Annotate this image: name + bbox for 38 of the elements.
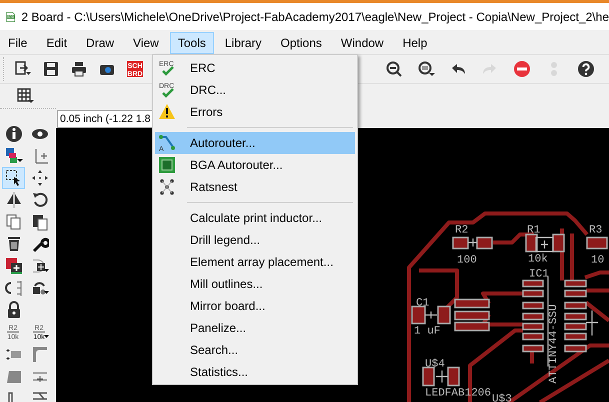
part-value: 10k (528, 254, 548, 266)
coordinate-field[interactable]: 0.05 inch (-1.22 1.8 (57, 110, 153, 128)
part-value: 10 (591, 254, 604, 266)
menu-item[interactable]: Calculate print inductor... (155, 207, 355, 229)
menu-item[interactable]: Search... (155, 339, 355, 361)
menu-item[interactable]: Statistics... (155, 361, 355, 383)
part-name: R3 (589, 224, 602, 236)
window-title: 2 Board - C:\Users\Michele\OneDrive\Project-FabAcademy2017\eagle\New_Project - Copia\New_Project_2\he (21, 10, 609, 24)
menu-item[interactable]: Library (216, 32, 270, 54)
ratsnest-icon (158, 178, 176, 196)
menu-item[interactable]: Draw (78, 32, 122, 54)
menu-item[interactable]: Mirror board... (155, 295, 355, 317)
menu-item[interactable]: Help (394, 32, 436, 54)
part-value: 100 (457, 254, 477, 266)
select-tool-icon[interactable] (2, 167, 25, 189)
menu-item[interactable]: Options (272, 32, 330, 54)
menu-item[interactable]: Window (332, 32, 392, 54)
menu-item[interactable]: Edit (38, 32, 76, 54)
part-name: R2 (455, 224, 468, 236)
part-value: ATTINY44-SSU (548, 304, 560, 384)
part-name: U$4 (425, 358, 445, 370)
menu-item[interactable]: View (125, 32, 167, 54)
warning-icon (158, 103, 176, 121)
menu-item[interactable]: Ratsnest (155, 176, 355, 198)
menu-item[interactable]: File (0, 32, 36, 54)
menu-item[interactable]: BGA Autorouter... (155, 154, 355, 176)
part-name: R1 (527, 224, 540, 236)
part-value: 1 uF (414, 326, 440, 338)
chip-icon (158, 156, 176, 174)
menu-item[interactable]: Mill outlines... (155, 273, 355, 295)
menu-item[interactable]: Element array placement... (155, 251, 355, 273)
menu-item[interactable]: Errors (155, 101, 355, 123)
part-name: C1 (416, 298, 430, 310)
part-name: U$3 (492, 394, 512, 402)
part-name: IC1 (529, 268, 549, 280)
menu-item[interactable]: Drill legend... (155, 229, 355, 251)
menu-item[interactable]: Tools (170, 32, 214, 54)
menu-item[interactable]: Panelize... (155, 317, 355, 339)
